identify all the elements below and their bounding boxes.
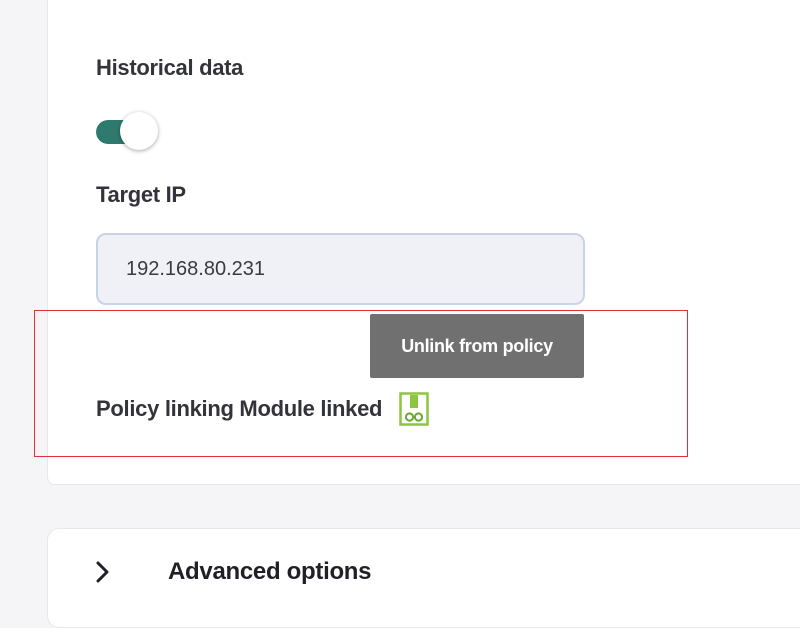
advanced-options-toggle[interactable]: Advanced options [96,552,372,592]
unlink-policy-icon[interactable] [399,392,429,426]
target-ip-label: Target IP [96,182,186,207]
unlink-tooltip: Unlink from policy [370,314,584,378]
historical-data-label: Historical data [96,55,244,80]
policy-link-row: Policy linking Module linked [96,392,429,426]
advanced-options-label: Advanced options [168,558,372,585]
target-ip-input[interactable] [96,233,585,305]
chevron-right-icon [96,561,110,583]
policy-link-status: Policy linking Module linked [96,396,383,421]
historical-data-toggle[interactable] [96,112,162,152]
toggle-thumb [120,112,158,150]
